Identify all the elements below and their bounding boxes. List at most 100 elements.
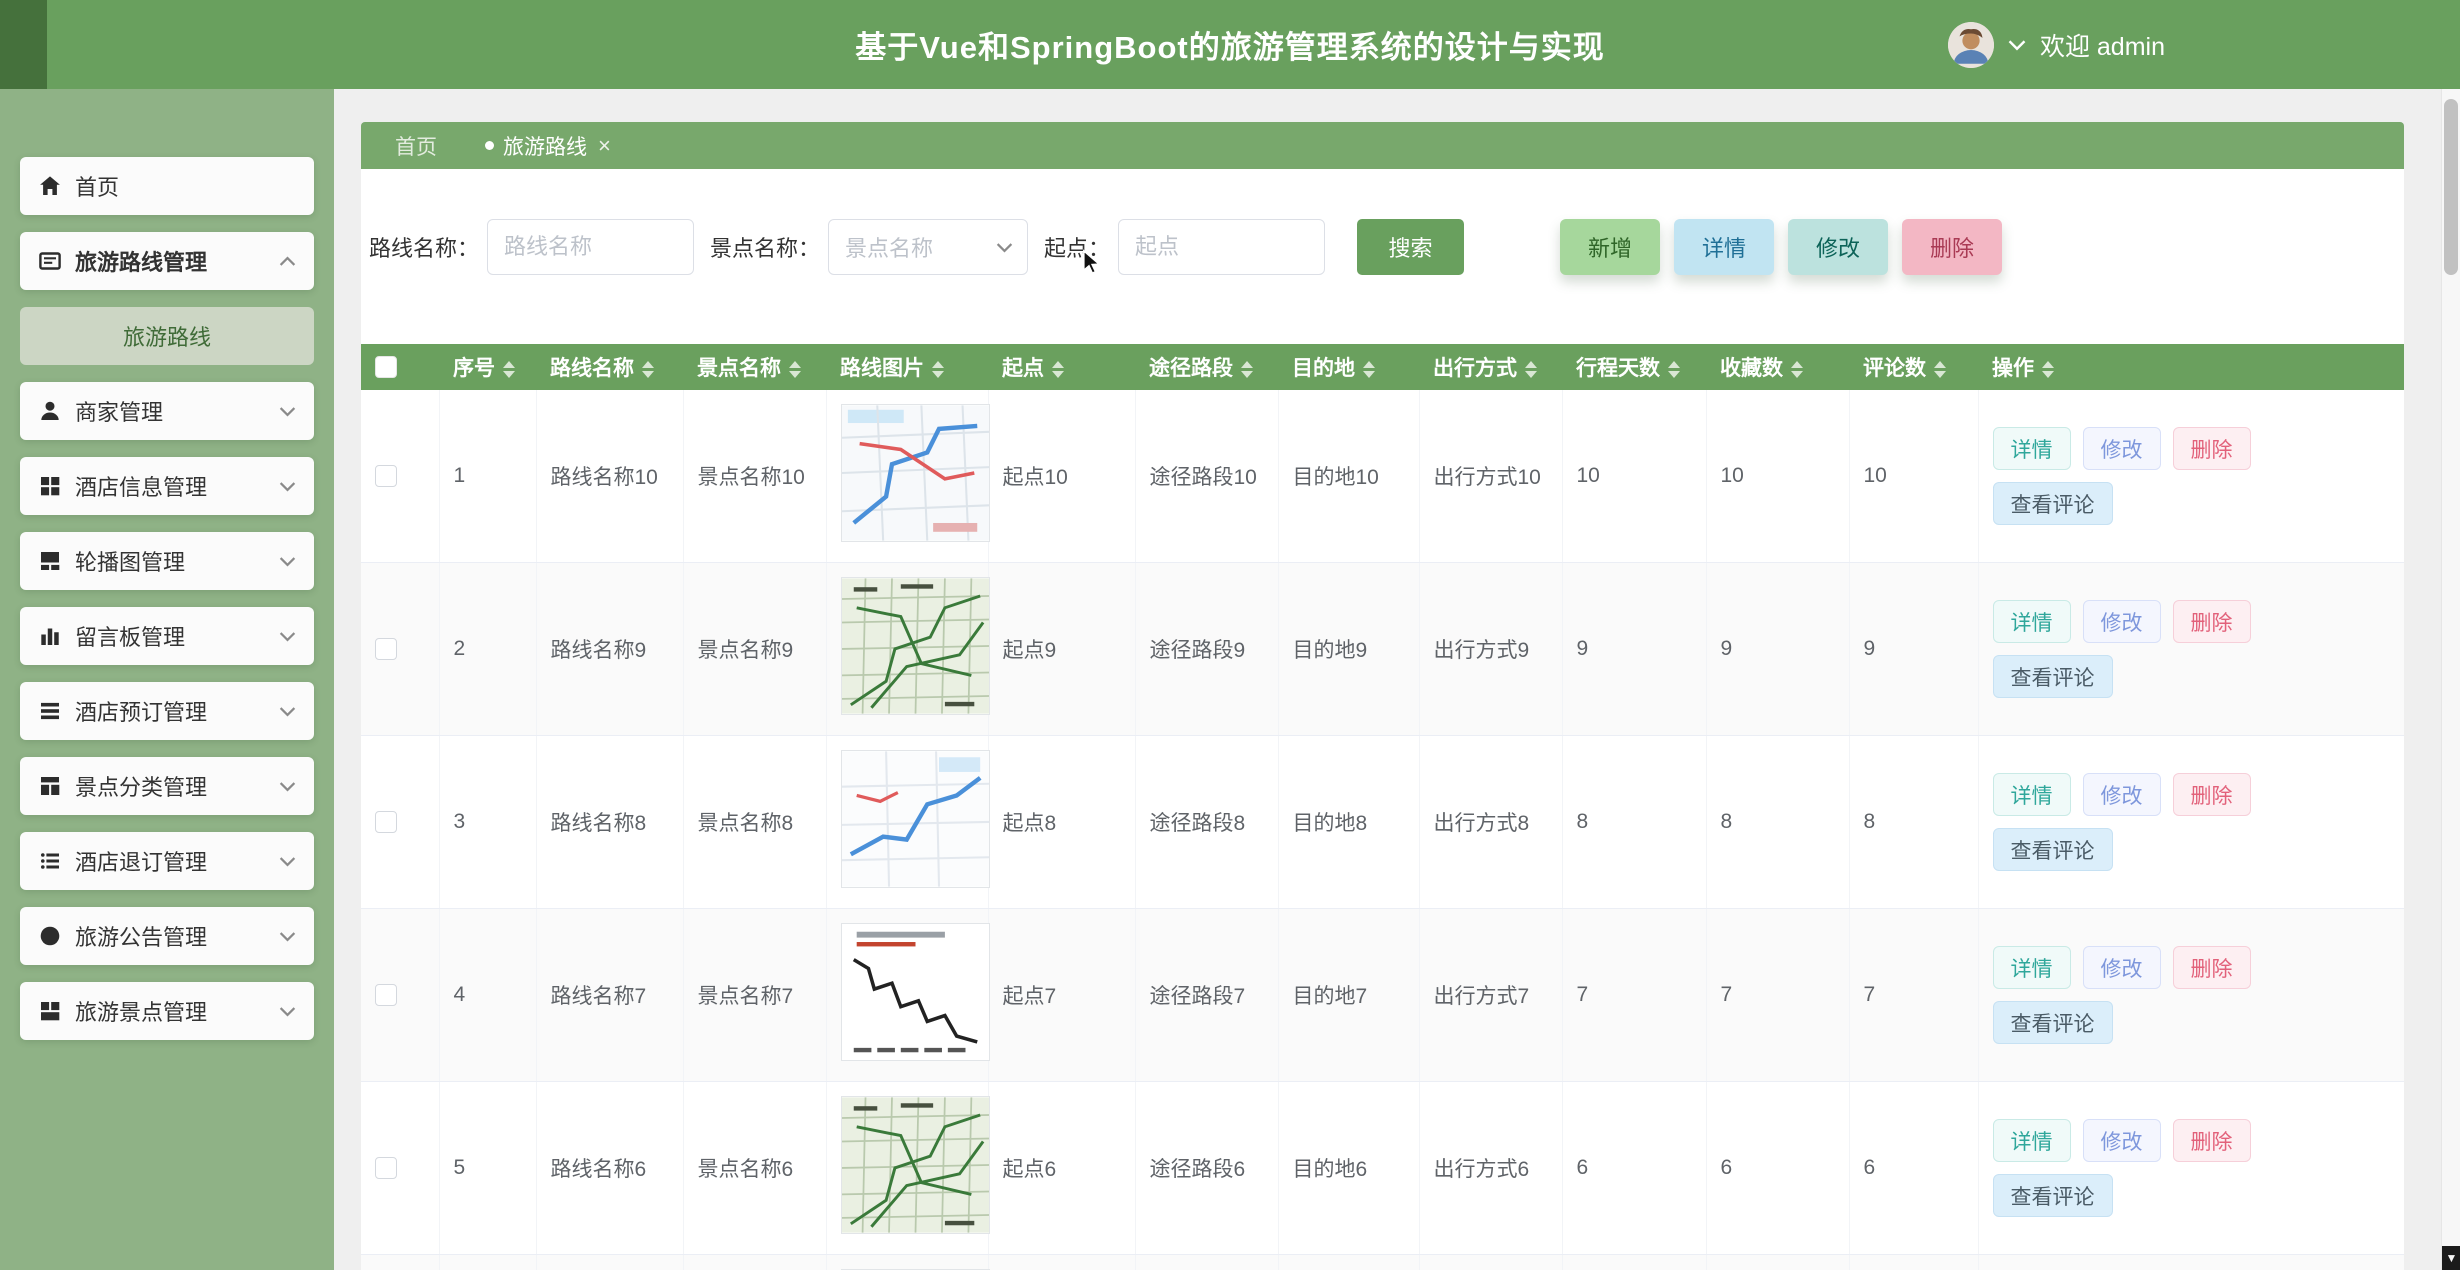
cell-start: 起点7 (988, 909, 1135, 1082)
route-image[interactable] (841, 750, 990, 888)
sort-icons[interactable] (2042, 361, 2054, 378)
sort-icons[interactable] (1791, 361, 1803, 378)
tab-close-icon[interactable]: × (598, 135, 611, 157)
sidebar-subitem-旅游路线[interactable]: 旅游路线 (20, 307, 314, 365)
column-header-出行方式[interactable]: 出行方式 (1419, 344, 1562, 390)
delete-button[interactable]: 删除 (1902, 219, 2002, 275)
row-delete-button[interactable]: 删除 (2173, 1119, 2251, 1162)
table-row: 5路线名称6景点名称6起点6途径路段6目的地6出行方式6666详情修改删除查看评… (361, 1082, 2404, 1255)
sort-icons[interactable] (1052, 361, 1064, 378)
spot-name-select[interactable]: 景点名称 (828, 219, 1028, 275)
row-delete-button[interactable]: 删除 (2173, 600, 2251, 643)
route-image[interactable] (841, 923, 990, 1061)
cell-spot-name: 景点名称6 (683, 1082, 826, 1255)
row-delete-button[interactable]: 删除 (2173, 773, 2251, 816)
row-detail-button[interactable]: 详情 (1993, 427, 2071, 470)
row-view-comments-button[interactable]: 查看评论 (1993, 1001, 2113, 1044)
column-header-途径路段[interactable]: 途径路段 (1135, 344, 1278, 390)
filter-input-2[interactable] (1118, 219, 1325, 275)
sort-icons[interactable] (789, 361, 801, 378)
filter-input-0[interactable] (487, 219, 694, 275)
column-header-路线图片[interactable]: 路线图片 (826, 344, 988, 390)
sidebar-item-9[interactable]: 旅游公告管理 (20, 907, 314, 965)
row-checkbox[interactable] (375, 811, 397, 833)
filter-2: 起点： (1044, 219, 1325, 275)
row-edit-button[interactable]: 修改 (2083, 773, 2161, 816)
row-detail-button[interactable]: 详情 (1993, 773, 2071, 816)
tab-0[interactable]: 首页 (395, 131, 437, 161)
sort-icons[interactable] (1934, 361, 1946, 378)
row-actions: 详情修改删除查看评论 (1993, 1119, 2343, 1217)
scrollbar-down-arrow-icon[interactable]: ▼ (2442, 1246, 2460, 1270)
vertical-scrollbar[interactable]: ▼ (2441, 89, 2460, 1270)
home-icon (38, 174, 62, 198)
sort-icons[interactable] (1363, 361, 1375, 378)
column-header-景点名称[interactable]: 景点名称 (683, 344, 826, 390)
row-delete-button[interactable]: 删除 (2173, 427, 2251, 470)
route-image[interactable] (841, 404, 990, 542)
column-header-起点[interactable]: 起点 (988, 344, 1135, 390)
edit-button[interactable]: 修改 (1788, 219, 1888, 275)
sort-icons[interactable] (1668, 361, 1680, 378)
row-detail-button[interactable]: 详情 (1993, 946, 2071, 989)
sidebar-item-7[interactable]: 景点分类管理 (20, 757, 314, 815)
cell-start: 起点6 (988, 1082, 1135, 1255)
row-view-comments-button[interactable]: 查看评论 (1993, 482, 2113, 525)
column-header-序号[interactable]: 序号 (439, 344, 536, 390)
row-checkbox[interactable] (375, 638, 397, 660)
row-edit-button[interactable]: 修改 (2083, 427, 2161, 470)
row-detail-button[interactable]: 详情 (1993, 600, 2071, 643)
cell-favorites: 9 (1706, 563, 1849, 736)
tab-1[interactable]: 旅游路线× (485, 131, 611, 161)
row-edit-button[interactable]: 修改 (2083, 946, 2161, 989)
column-header-目的地[interactable]: 目的地 (1278, 344, 1419, 390)
row-checkbox[interactable] (375, 465, 397, 487)
row-actions: 详情修改删除查看评论 (1993, 773, 2343, 871)
sidebar-item-5[interactable]: 留言板管理 (20, 607, 314, 665)
route-image[interactable] (841, 577, 990, 715)
sidebar-item-1[interactable]: 旅游路线管理 (20, 232, 314, 290)
column-header-收藏数[interactable]: 收藏数 (1706, 344, 1849, 390)
table-header-row: 序号路线名称景点名称路线图片起点途径路段目的地出行方式行程天数收藏数评论数操作 (361, 344, 2404, 390)
user-area[interactable]: 欢迎 admin (1948, 0, 2165, 89)
sort-icons[interactable] (932, 361, 944, 378)
row-detail-button[interactable]: 详情 (1993, 1119, 2071, 1162)
row-edit-button[interactable]: 修改 (2083, 1119, 2161, 1162)
sidebar-item-label: 旅游景点管理 (75, 995, 207, 1027)
select-all-checkbox[interactable] (375, 356, 397, 378)
tab-bar: 首页 旅游路线× (361, 122, 2404, 169)
detail-button[interactable]: 详情 (1674, 219, 1774, 275)
sidebar-item-6[interactable]: 酒店预订管理 (20, 682, 314, 740)
sidebar-item-0[interactable]: 首页 (20, 157, 314, 215)
route-image[interactable] (841, 1096, 990, 1234)
sidebar-item-10[interactable]: 旅游景点管理 (20, 982, 314, 1040)
row-edit-button[interactable]: 修改 (2083, 600, 2161, 643)
sidebar-item-3[interactable]: 酒店信息管理 (20, 457, 314, 515)
user-avatar[interactable] (1948, 22, 1994, 68)
sort-icons[interactable] (503, 361, 515, 378)
row-checkbox[interactable] (375, 984, 397, 1006)
tab-label: 首页 (395, 131, 437, 161)
row-delete-button[interactable]: 删除 (2173, 946, 2251, 989)
row-view-comments-button[interactable]: 查看评论 (1993, 1174, 2113, 1217)
row-view-comments-button[interactable]: 查看评论 (1993, 655, 2113, 698)
column-header-评论数[interactable]: 评论数 (1849, 344, 1978, 390)
row-view-comments-button[interactable]: 查看评论 (1993, 828, 2113, 871)
scrollbar-thumb[interactable] (2444, 99, 2458, 275)
search-button[interactable]: 搜索 (1357, 219, 1464, 275)
search-toolbar: 路线名称：景点名称：景点名称起点： 搜索 新增详情修改删除 (361, 219, 2404, 275)
column-header-路线名称[interactable]: 路线名称 (536, 344, 683, 390)
sidebar-item-2[interactable]: 商家管理 (20, 382, 314, 440)
app-title: 基于Vue和SpringBoot的旅游管理系统的设计与实现 (855, 22, 1604, 67)
sort-icons[interactable] (642, 361, 654, 378)
announcement-icon (38, 924, 62, 948)
sidebar-item-8[interactable]: 酒店退订管理 (20, 832, 314, 890)
sidebar-item-4[interactable]: 轮播图管理 (20, 532, 314, 590)
sort-icons[interactable] (1241, 361, 1253, 378)
column-header-行程天数[interactable]: 行程天数 (1562, 344, 1706, 390)
column-header-操作[interactable]: 操作 (1978, 344, 2404, 390)
sort-icons[interactable] (1525, 361, 1537, 378)
sidebar-item-label: 旅游路线管理 (75, 245, 207, 277)
add-button[interactable]: 新增 (1560, 219, 1660, 275)
row-checkbox[interactable] (375, 1157, 397, 1179)
